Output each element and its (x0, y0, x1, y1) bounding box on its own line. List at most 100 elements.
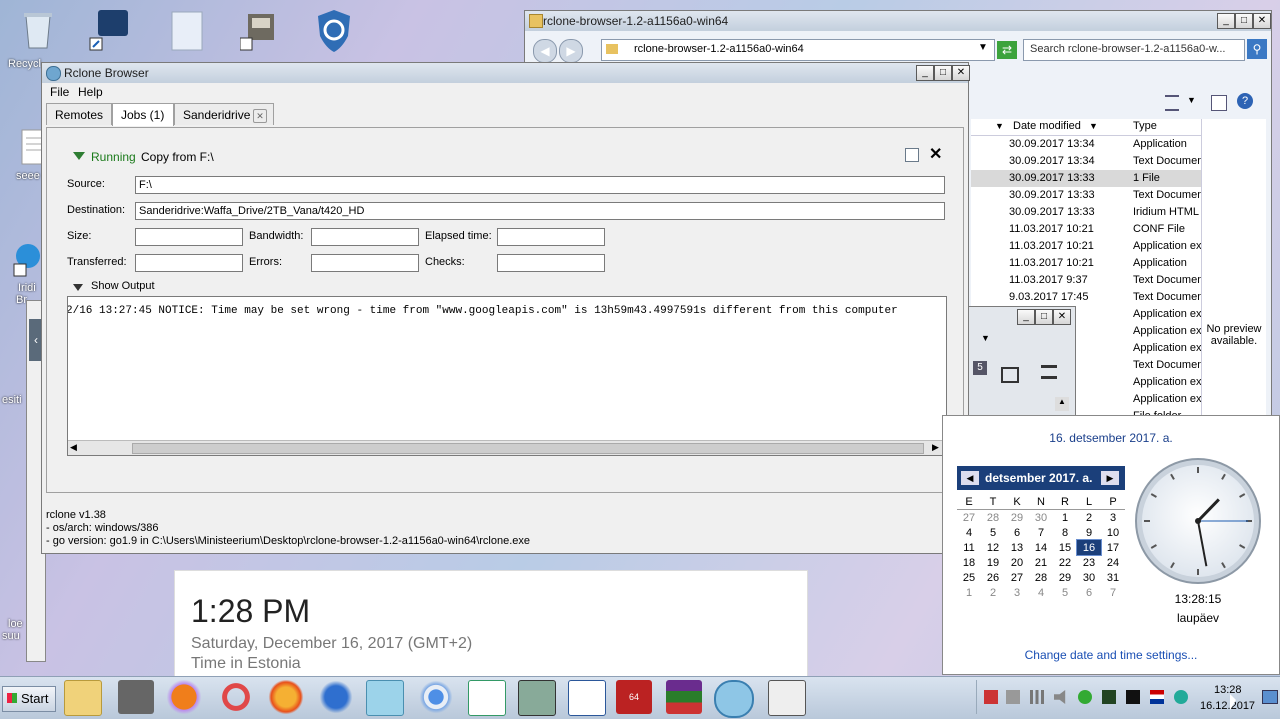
tray-device-icon[interactable] (1006, 690, 1020, 704)
calendar-day[interactable]: 29 (1053, 570, 1077, 585)
calendar-day[interactable]: 24 (1101, 555, 1125, 570)
explorer-titlebar[interactable]: rclone-browser-1.2-a1156a0-win64 _ □ ✕ (525, 11, 1271, 31)
rclone-minimize-button[interactable]: _ (916, 65, 934, 81)
calendar-day[interactable]: 7 (1101, 585, 1125, 600)
file-row[interactable]: 9.03.2017 17:45 Text Documen (971, 289, 1201, 306)
next-month-button[interactable]: ▶ (1101, 471, 1119, 485)
col-date-sort-icon[interactable]: ▼ (1089, 121, 1098, 131)
calendar-day[interactable]: 21 (1029, 555, 1053, 570)
calendar-day[interactable]: 18 (957, 555, 981, 570)
calendar-day[interactable]: 4 (1029, 585, 1053, 600)
horizontal-scrollbar[interactable]: ◀ ▶ (68, 440, 946, 455)
window-layout-icon[interactable] (1001, 367, 1019, 383)
rclone-taskbar-icon[interactable] (714, 680, 754, 718)
calendar-day[interactable]: 20 (1005, 555, 1029, 570)
file-row[interactable]: 11.03.2017 10:21 Application ex (971, 238, 1201, 255)
source-field[interactable]: F:\ (135, 176, 945, 194)
calendar-day[interactable]: 1 (1053, 510, 1077, 526)
show-output-triangle-icon[interactable] (73, 284, 83, 291)
output-area[interactable]: 2/16 13:27:45 NOTICE: Time may be set wr… (67, 296, 947, 456)
calendar-day[interactable]: 30 (1077, 570, 1101, 585)
search-input[interactable]: Search rclone-browser-1.2-a1156a0-w... (1023, 39, 1245, 61)
nav-back-icon[interactable]: ◀ (533, 39, 557, 63)
sixtyfour-app-taskbar-icon[interactable]: 64 (616, 680, 652, 714)
calendar-day[interactable]: 31 (1101, 570, 1125, 585)
small-dropdown-icon[interactable]: ▼ (981, 333, 990, 343)
file-row[interactable]: 30.09.2017 13:33 Text Documen (971, 187, 1201, 204)
menu-help[interactable]: Help (78, 85, 103, 99)
printer-shortcut-icon[interactable] (239, 8, 280, 52)
calendar-day[interactable]: 25 (957, 570, 981, 585)
scroll-thumb[interactable] (132, 443, 924, 454)
calendar-day[interactable]: 7 (1029, 525, 1053, 540)
opera-taskbar-icon[interactable] (218, 680, 254, 714)
destination-field[interactable]: Sanderidrive:Waffa_Drive/2TB_Vana/t420_H… (135, 202, 945, 220)
tray-time[interactable]: 13:28 (1214, 684, 1242, 696)
tray-date[interactable]: 16.12.2017 (1200, 700, 1255, 712)
calendar-day[interactable]: 9 (1077, 525, 1101, 540)
calendar-day[interactable]: 14 (1029, 540, 1053, 555)
size-field[interactable] (135, 228, 243, 246)
tab-remotes[interactable]: Remotes (46, 103, 112, 125)
calendar-day[interactable]: 13 (1005, 540, 1029, 555)
recycle-bin-icon[interactable] (18, 8, 58, 52)
file-row[interactable]: 11.03.2017 10:21 Application (971, 255, 1201, 272)
tab-close-icon[interactable]: ✕ (253, 109, 267, 123)
file-row[interactable]: 30.09.2017 13:34 Text Documen (971, 153, 1201, 170)
change-datetime-link[interactable]: Change date and time settings... (943, 648, 1279, 662)
winrar-taskbar-icon[interactable] (666, 680, 702, 714)
calendar-day[interactable]: 12 (981, 540, 1005, 555)
transferred-field[interactable] (135, 254, 243, 272)
errors-field[interactable] (311, 254, 419, 272)
tray-shield-icon[interactable] (984, 690, 998, 704)
checks-field[interactable] (497, 254, 605, 272)
file-row[interactable]: 30.09.2017 13:33 Iridium HTML I (971, 204, 1201, 221)
calendar-day[interactable]: 28 (981, 510, 1005, 526)
calendar-day[interactable]: 5 (1053, 585, 1077, 600)
calendar-day[interactable]: 6 (1005, 525, 1029, 540)
expand-triangle-icon[interactable] (73, 152, 85, 160)
tab-sanderidrive[interactable]: Sanderidrive ✕ (174, 103, 274, 125)
stop-job-icon[interactable]: ✕ (929, 144, 942, 164)
calendar-day[interactable]: 26 (981, 570, 1005, 585)
small-maximize-button[interactable]: □ (1035, 309, 1053, 325)
calendar-day[interactable]: 27 (1005, 570, 1029, 585)
scroll-right-icon[interactable]: ▶ (932, 442, 939, 453)
search-icon[interactable]: ⚲ (1247, 39, 1267, 59)
calendar-day[interactable]: 2 (981, 585, 1005, 600)
menu-file[interactable]: File (50, 85, 69, 99)
tray-flag-icon[interactable] (1150, 690, 1164, 704)
calendar-day[interactable]: 11 (957, 540, 981, 555)
thunderbird-taskbar-icon[interactable] (318, 680, 354, 714)
nav-forward-icon[interactable]: ▶ (559, 39, 583, 63)
blank-file-icon[interactable] (168, 8, 208, 52)
calendar-day[interactable]: 8 (1053, 525, 1077, 540)
file-row[interactable]: 30.09.2017 13:34 Application (971, 136, 1201, 153)
show-output-toggle[interactable]: Show Output (91, 280, 155, 292)
help-icon[interactable]: ? (1237, 93, 1253, 109)
copy-output-icon[interactable] (905, 148, 919, 162)
close-button[interactable]: ✕ (1253, 13, 1271, 29)
calendar-day[interactable]: 28 (1029, 570, 1053, 585)
calendar-day[interactable]: 2 (1077, 510, 1101, 526)
minimize-button[interactable]: _ (1217, 13, 1235, 29)
view-options-icon[interactable] (1165, 95, 1179, 111)
security-shield-icon[interactable] (312, 6, 352, 52)
hamburger-menu-icon[interactable] (1041, 365, 1057, 379)
tray-terminal-icon[interactable] (1126, 690, 1140, 704)
preview-pane-icon[interactable] (1211, 95, 1227, 111)
calendar-day[interactable]: 23 (1077, 555, 1101, 570)
calendar-day[interactable]: 22 (1053, 555, 1077, 570)
calendar-day[interactable]: 17 (1101, 540, 1125, 555)
file-row[interactable]: 11.03.2017 10:21 CONF File (971, 221, 1201, 238)
refresh-icon[interactable]: ⇄ (997, 41, 1017, 59)
small-minimize-button[interactable]: _ (1017, 309, 1035, 325)
document-taskbar-icon[interactable] (568, 680, 606, 716)
calendar-day[interactable]: 5 (981, 525, 1005, 540)
file-explorer-taskbar-icon[interactable] (64, 680, 102, 716)
prev-month-button[interactable]: ◀ (961, 471, 979, 485)
chrome-taskbar-icon[interactable] (418, 680, 454, 714)
tray-network-icon[interactable] (1030, 690, 1044, 704)
col-date-modified[interactable]: Date modified (1013, 120, 1081, 132)
scroll-up-icon[interactable]: ▲ (1055, 397, 1069, 411)
